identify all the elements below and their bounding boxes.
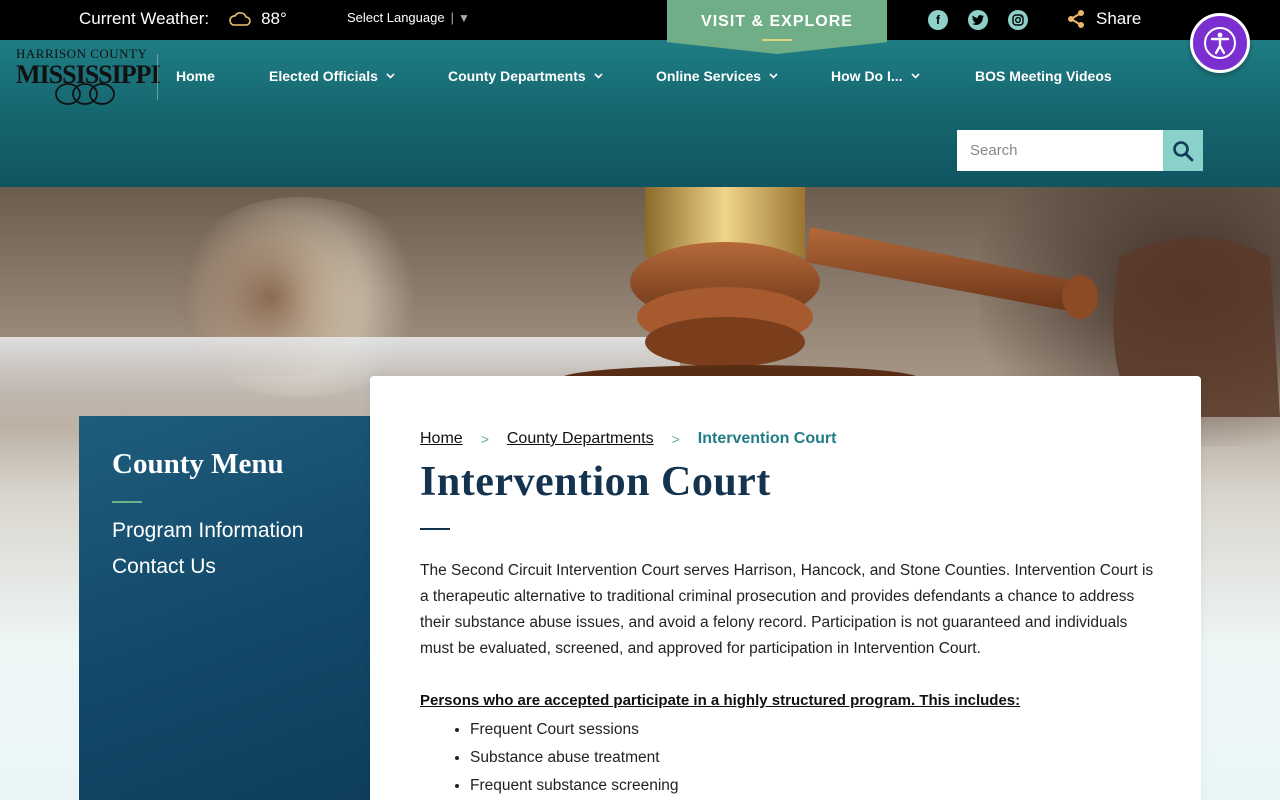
share-icon	[1068, 10, 1084, 28]
nav-home[interactable]: Home	[176, 68, 269, 84]
sidebar-link-program-information[interactable]: Program Information	[112, 519, 337, 543]
county-menu-sidebar: County Menu Program Information Contact …	[79, 416, 370, 800]
nav-county-departments[interactable]: County Departments	[448, 68, 656, 84]
nav-elected-officials[interactable]: Elected Officials	[269, 68, 448, 84]
chevron-down-icon	[769, 71, 778, 82]
sidebar-link-contact-us[interactable]: Contact Us	[112, 555, 337, 579]
social-links: f	[928, 10, 1048, 30]
county-logo[interactable]: HARRISON COUNTY MISSISSIPPI	[16, 46, 161, 105]
instagram-icon[interactable]	[1008, 10, 1028, 30]
utility-bar: Current Weather: 88° Select Language | ▼…	[0, 0, 1280, 54]
program-subheading: Persons who are accepted participate in …	[420, 692, 1021, 709]
visit-explore-label: VISIT & EXPLORE	[701, 13, 853, 30]
breadcrumb-separator: >	[671, 431, 680, 447]
chevron-down-icon	[386, 71, 395, 82]
sidebar-title: County Menu	[112, 448, 284, 480]
weather-label: Current Weather:	[79, 9, 210, 28]
site-header: HARRISON COUNTY MISSISSIPPI Home Elected…	[0, 40, 1280, 187]
breadcrumb-home[interactable]: Home	[420, 430, 463, 448]
nav-online-services[interactable]: Online Services	[656, 68, 831, 84]
nav-elected-officials-label: Elected Officials	[269, 68, 378, 84]
site-search	[957, 130, 1203, 171]
facebook-icon[interactable]: f	[928, 10, 948, 30]
nav-county-departments-label: County Departments	[448, 68, 586, 84]
content-card: Home > County Departments > Intervention…	[370, 376, 1201, 800]
search-button[interactable]	[1163, 130, 1203, 171]
logo-rings-icon	[55, 83, 115, 105]
list-item: Frequent Court sessions	[470, 716, 1151, 744]
language-select[interactable]: Select Language | ▼	[347, 10, 470, 25]
list-item: Frequent substance screening	[470, 772, 1151, 800]
search-icon	[1173, 140, 1194, 161]
language-label: Select Language	[347, 10, 445, 25]
page-title: Intervention Court	[420, 459, 771, 505]
main-nav: Home Elected Officials County Department…	[176, 68, 1112, 84]
breadcrumb-current: Intervention Court	[697, 430, 837, 447]
twitter-icon[interactable]	[968, 10, 988, 30]
accessibility-icon	[1204, 27, 1236, 59]
nav-bos-meeting-videos-label: BOS Meeting Videos	[975, 68, 1112, 84]
language-separator: |	[450, 10, 454, 25]
share-label: Share	[1096, 9, 1142, 28]
temperature-value: 88°	[261, 9, 287, 28]
breadcrumb-separator: >	[480, 431, 489, 447]
breadcrumb-county-departments[interactable]: County Departments	[507, 430, 654, 448]
nav-bos-meeting-videos[interactable]: BOS Meeting Videos	[975, 68, 1112, 84]
chevron-down-icon	[910, 71, 920, 82]
intro-paragraph: The Second Circuit Intervention Court se…	[420, 562, 1154, 657]
weather-widget[interactable]: Current Weather: 88°	[79, 9, 287, 29]
search-input[interactable]	[957, 130, 1163, 171]
program-list: Frequent Court sessions Substance abuse …	[470, 716, 1151, 800]
breadcrumb: Home > County Departments > Intervention…	[420, 430, 1151, 448]
caret-down-icon: ▼	[457, 10, 470, 25]
partly-cloudy-icon	[229, 11, 251, 27]
sidebar-divider	[112, 501, 142, 503]
logo-divider	[157, 54, 158, 100]
chevron-down-icon	[594, 71, 603, 82]
accessibility-button[interactable]	[1190, 13, 1250, 73]
list-item: Substance abuse treatment	[470, 744, 1151, 772]
visit-underline	[762, 39, 792, 41]
nav-how-do-i-label: How Do I...	[831, 68, 903, 84]
nav-how-do-i[interactable]: How Do I...	[831, 68, 975, 84]
share-button[interactable]: Share	[1066, 9, 1141, 29]
nav-home-label: Home	[176, 68, 215, 84]
nav-online-services-label: Online Services	[656, 68, 762, 84]
title-divider	[420, 528, 450, 530]
